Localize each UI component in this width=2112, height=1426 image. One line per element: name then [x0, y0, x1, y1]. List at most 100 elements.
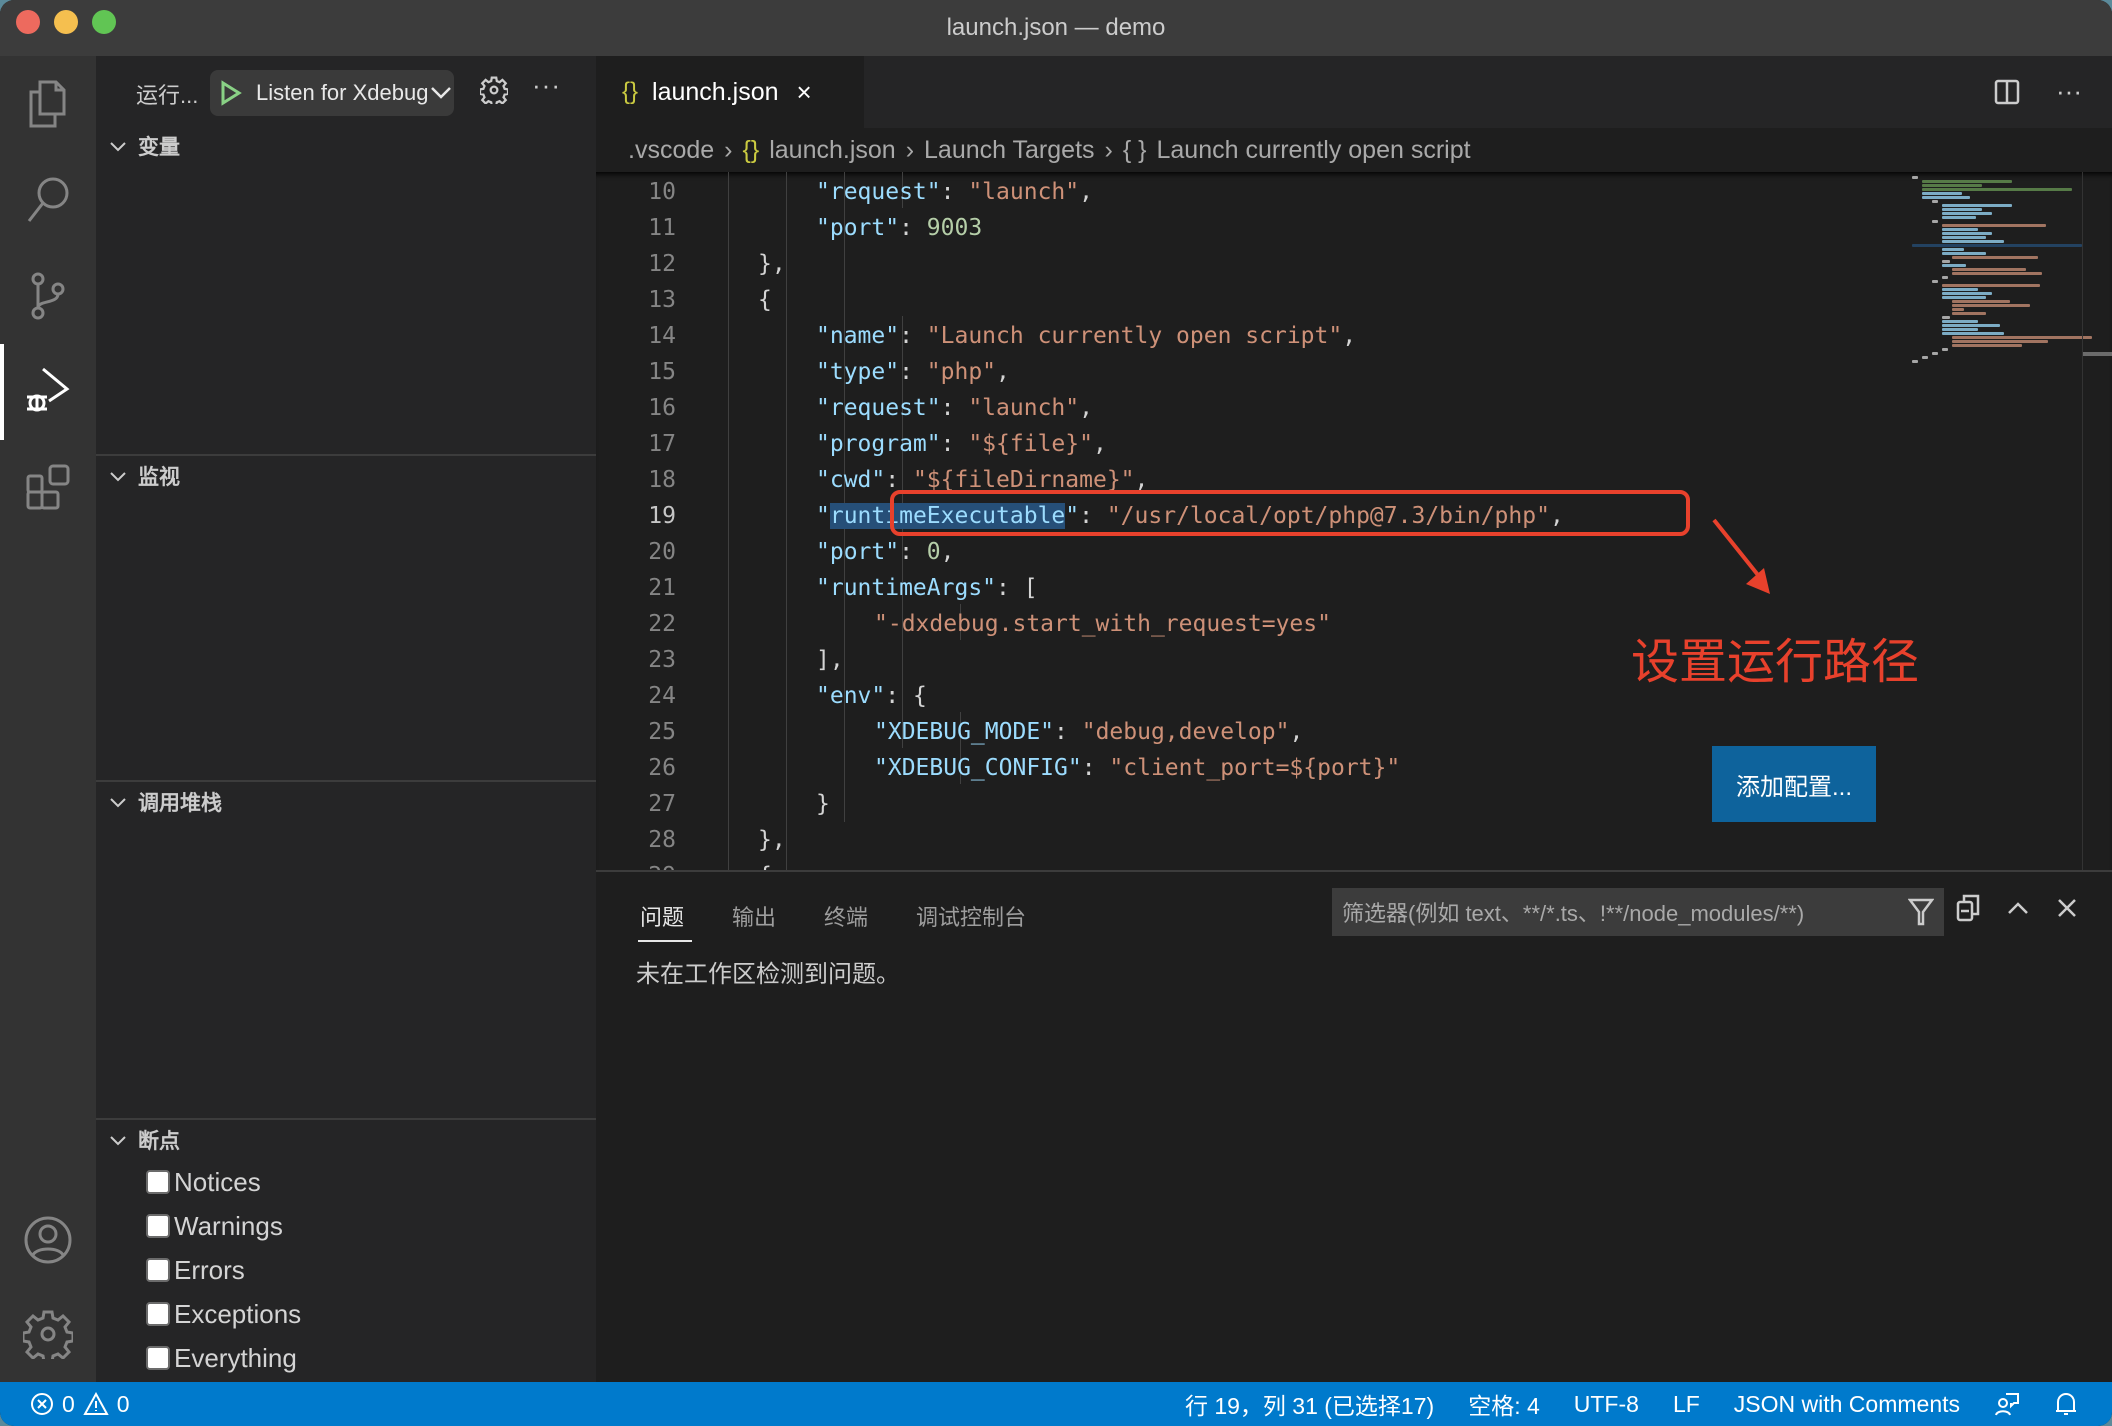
breakpoint-item[interactable]: Exceptions [96, 1292, 596, 1336]
code-token: : [940, 179, 969, 205]
code-line[interactable]: 25 "XDEBUG_MODE": "debug,develop", [596, 714, 1896, 750]
problems-status[interactable]: 0 0 [30, 1391, 130, 1418]
minimize-window-button[interactable] [54, 10, 78, 34]
panel-tab-problems[interactable]: 问题 [640, 900, 684, 932]
code-line[interactable]: 10 "request": "launch", [596, 174, 1896, 210]
panel-tab-debug-console[interactable]: 调试控制台 [916, 900, 1026, 932]
breakpoint-item[interactable]: Everything [96, 1336, 596, 1380]
breakpoint-item[interactable]: Warnings [96, 1204, 596, 1248]
code-line[interactable]: 12}, [596, 246, 1896, 282]
code-token: "cwd" [816, 467, 886, 493]
minimap-line [1942, 216, 1976, 219]
breadcrumb-item[interactable]: Launch Targets [924, 136, 1095, 165]
close-panel-icon[interactable] [2056, 897, 2078, 919]
code-line[interactable]: 29 { [596, 858, 1896, 870]
code-token: , [1079, 179, 1093, 205]
activity-source-control[interactable] [0, 248, 96, 344]
line-content: "request": "launch", [816, 174, 1093, 210]
search-icon [27, 177, 69, 222]
code-line[interactable]: 21 "runtimeArgs": [ [596, 570, 1896, 606]
breadcrumb-item[interactable]: launch.json [769, 136, 895, 165]
open-launch-json-button[interactable] [478, 76, 510, 109]
line-content: ], [816, 642, 844, 678]
cursor-position[interactable]: 行 19，列 31 (已选择17) [1185, 1387, 1434, 1421]
code-line[interactable]: 27} [596, 786, 1896, 822]
code-line[interactable]: 28}, [596, 822, 1896, 858]
code-token: "port" [816, 215, 900, 241]
activity-run-debug[interactable] [0, 344, 96, 440]
activity-accounts[interactable] [0, 1192, 96, 1288]
more-actions-icon[interactable]: ··· [2056, 76, 2082, 107]
title-bar: launch.json — demo [0, 0, 2112, 56]
code-line[interactable]: 13 { [596, 282, 1896, 318]
end-of-line[interactable]: LF [1673, 1391, 1700, 1418]
breakpoint-checkbox[interactable] [146, 1214, 170, 1238]
code-line[interactable]: 26 "XDEBUG_CONFIG": "client_port=${port}" [596, 750, 1896, 786]
breakpoint-item[interactable]: Notices [96, 1160, 596, 1204]
split-editor-icon[interactable] [1994, 79, 2020, 105]
close-icon[interactable]: × [797, 77, 812, 108]
code-line[interactable]: 16 "request": "launch", [596, 390, 1896, 426]
debug-config-select[interactable]: Listen for Xdebug [210, 70, 454, 116]
activity-extensions[interactable] [0, 440, 96, 536]
start-debugging-icon[interactable] [220, 80, 242, 106]
breakpoint-checkbox[interactable] [146, 1170, 170, 1194]
code-token: }, [758, 827, 786, 853]
minimap-line [1922, 180, 2012, 183]
breadcrumb-item[interactable]: .vscode [628, 136, 714, 165]
chevron-down-icon [110, 472, 126, 482]
minimap-line [1942, 264, 1966, 267]
indentation[interactable]: 空格: 4 [1468, 1387, 1540, 1421]
code-token: : [940, 431, 969, 457]
code-token: { [758, 863, 772, 870]
breakpoint-label: Errors [174, 1254, 245, 1285]
activity-manage[interactable] [0, 1286, 96, 1382]
breakpoint-item[interactable]: Errors [96, 1248, 596, 1292]
minimap[interactable] [1912, 172, 2092, 392]
variables-header[interactable]: 变量 [96, 126, 596, 166]
code-token: ], [816, 647, 844, 673]
breakpoint-checkbox[interactable] [146, 1302, 170, 1326]
problems-filter-input[interactable]: 筛选器(例如 text、**/*.ts、!**/node_modules/**) [1332, 888, 1944, 936]
annotation-arrow-icon [1712, 518, 1770, 594]
code-line[interactable]: 15 "type": "php", [596, 354, 1896, 390]
breakpoints-header[interactable]: 断点 [96, 1120, 596, 1160]
line-content: "program": "${file}", [816, 426, 1107, 462]
collapse-all-icon[interactable] [1956, 894, 1980, 922]
notifications-bell-icon[interactable] [2054, 1391, 2078, 1417]
activity-explorer[interactable] [0, 56, 96, 152]
code-line[interactable]: 14 "name": "Launch currently open script"… [596, 318, 1896, 354]
breakpoint-checkbox[interactable] [146, 1346, 170, 1370]
watch-header[interactable]: 监视 [96, 456, 596, 496]
scrollbar-track[interactable] [2082, 172, 2083, 870]
files-icon [29, 80, 66, 128]
close-window-button[interactable] [16, 10, 40, 34]
code-line[interactable]: 11 "port": 9003 [596, 210, 1896, 246]
panel-tab-output[interactable]: 输出 [732, 900, 776, 932]
panel-tab-terminal[interactable]: 终端 [824, 900, 868, 932]
problems-message: 未在工作区检测到问题。 [636, 961, 900, 988]
filter-icon[interactable] [1908, 898, 1934, 926]
breadcrumb-item[interactable]: Launch currently open script [1157, 136, 1471, 165]
call-stack-header[interactable]: 调用堆栈 [96, 782, 596, 822]
maximize-window-button[interactable] [92, 10, 116, 34]
encoding[interactable]: UTF-8 [1574, 1391, 1639, 1418]
code-line[interactable]: 17 "program": "${file}", [596, 426, 1896, 462]
language-mode[interactable]: JSON with Comments [1734, 1391, 1960, 1418]
chevron-right-icon: › [724, 135, 733, 164]
tab-launch-json[interactable]: {} launch.json × [596, 56, 864, 128]
minimap-line [1942, 284, 2040, 287]
activity-search[interactable] [0, 152, 96, 248]
minimap-line [1952, 340, 2048, 343]
minimap-line [1932, 280, 1938, 283]
scrollbar-thumb[interactable] [2083, 352, 2112, 356]
more-actions-icon[interactable]: ··· [532, 70, 561, 101]
add-configuration-button[interactable]: 添加配置... [1712, 746, 1876, 822]
watch-section: 监视 [96, 454, 596, 780]
json-file-icon: {} [622, 78, 639, 105]
maximize-panel-icon[interactable] [2006, 900, 2030, 916]
feedback-icon[interactable] [1994, 1391, 2020, 1417]
code-line[interactable]: 20 "port": 0, [596, 534, 1896, 570]
breakpoint-checkbox[interactable] [146, 1258, 170, 1282]
line-content: "type": "php", [816, 354, 1010, 390]
